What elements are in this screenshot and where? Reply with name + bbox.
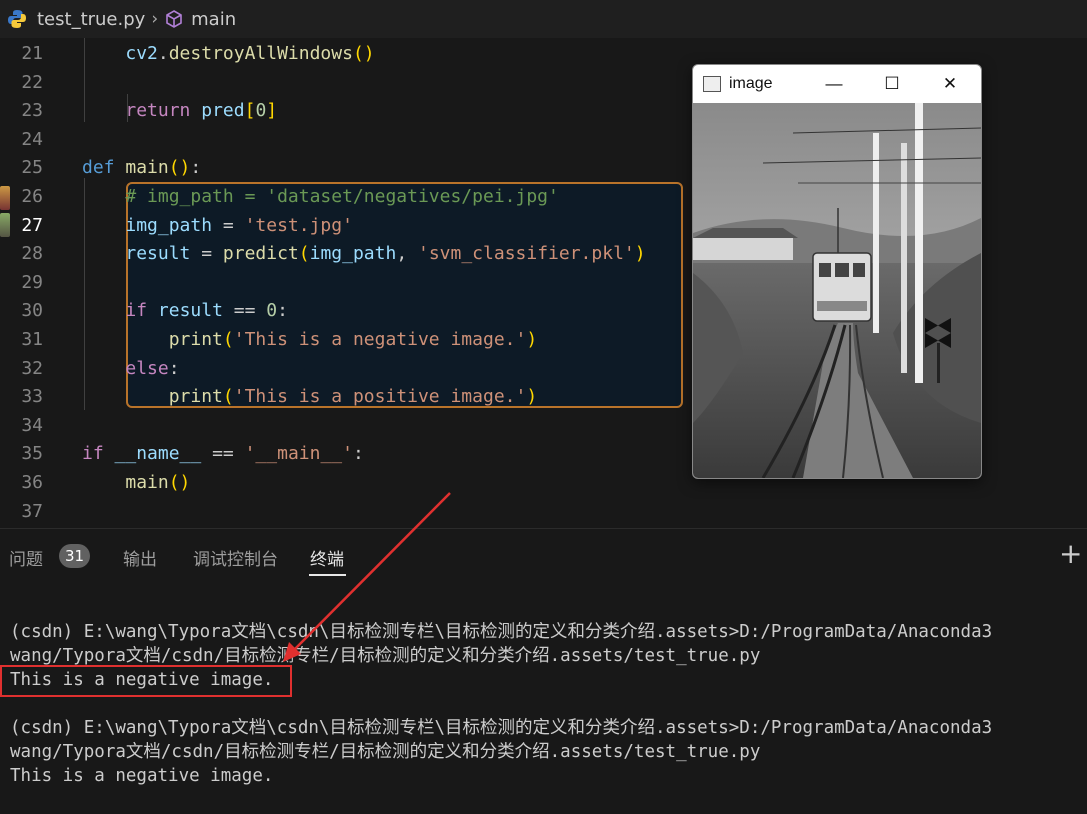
- image-window-title: image: [729, 75, 773, 92]
- line-number: 23: [21, 100, 43, 122]
- terminal-line: (csdn) E:\wang\Typora文档\csdn\目标检测专栏\目标检测…: [10, 622, 993, 642]
- active-tab-indicator: [309, 574, 346, 576]
- breadcrumb-symbol-label: main: [191, 8, 237, 30]
- maximize-button[interactable]: ☐: [869, 65, 915, 103]
- code-text: def main():: [82, 157, 202, 179]
- window-app-icon: [703, 76, 721, 92]
- line-number: 29: [21, 271, 43, 293]
- panel-tabs: 问题 31 输出 调试控制台 终端 +: [0, 529, 1087, 585]
- code-text: print('This is a positive image.'): [168, 386, 538, 408]
- line-number: 30: [21, 300, 43, 322]
- terminal-line: wang/Typora文档/csdn/目标检测专栏/目标检测的定义和分类介绍.a…: [10, 742, 761, 762]
- line-number: 25: [21, 157, 43, 179]
- code-text: if result == 0:: [125, 300, 288, 322]
- line-number: 21: [21, 43, 43, 64]
- line-number: 27: [21, 214, 43, 236]
- tab-output[interactable]: 输出: [123, 545, 157, 570]
- tab-debug-console[interactable]: 调试控制台: [193, 545, 278, 570]
- code-text: return pred[0]: [125, 100, 278, 122]
- line-number: 32: [21, 357, 43, 379]
- line-number: 26: [21, 186, 43, 207]
- line-number: 22: [21, 71, 43, 93]
- line-number: 37: [21, 500, 43, 522]
- code-text: cv2.destroyAllWindows(): [125, 43, 375, 64]
- tab-problems[interactable]: 问题: [9, 545, 43, 570]
- tab-terminal[interactable]: 终端: [310, 545, 344, 570]
- code-line[interactable]: 37: [0, 498, 1087, 526]
- python-file-icon: [8, 10, 26, 28]
- breadcrumb: test_true.py › main: [0, 0, 1087, 38]
- minimize-button[interactable]: —: [811, 65, 857, 103]
- code-text: main(): [125, 472, 191, 493]
- close-button[interactable]: ✕: [927, 65, 973, 103]
- breadcrumb-file[interactable]: test_true.py: [6, 8, 145, 30]
- code-text: result = predict(img_path, 'svm_classifi…: [125, 243, 646, 265]
- terminal-line: (csdn) E:\wang\Typora文档\csdn\目标检测专栏\目标检测…: [10, 718, 993, 738]
- problems-count-badge: 31: [59, 544, 90, 568]
- code-text: img_path = 'test.jpg': [125, 214, 353, 236]
- image-window-titlebar[interactable]: image — ☐ ✕: [693, 65, 981, 103]
- line-number: 31: [21, 329, 43, 350]
- line-number: 36: [21, 472, 43, 493]
- terminal-line: This is a negative image.: [10, 766, 274, 786]
- breadcrumb-file-label: test_true.py: [37, 8, 146, 30]
- code-text: if __name__ == '__main__':: [82, 443, 364, 465]
- output-highlight-box: [0, 665, 292, 697]
- chevron-right-icon: ›: [151, 9, 159, 29]
- line-number: 24: [21, 128, 43, 150]
- train-photo: [693, 103, 981, 478]
- code-text: print('This is a negative image.'): [168, 329, 538, 350]
- symbol-method-icon: [166, 10, 182, 28]
- line-number: 33: [21, 386, 43, 408]
- plus-icon[interactable]: +: [1059, 537, 1087, 570]
- line-number: 35: [21, 443, 43, 465]
- code-text: # img_path = 'dataset/negatives/pei.jpg': [125, 186, 559, 207]
- line-number: 34: [21, 414, 43, 436]
- image-window[interactable]: image — ☐ ✕: [692, 64, 982, 479]
- code-text: else:: [125, 357, 180, 379]
- breadcrumb-symbol[interactable]: main: [164, 9, 236, 30]
- line-number: 28: [21, 243, 43, 265]
